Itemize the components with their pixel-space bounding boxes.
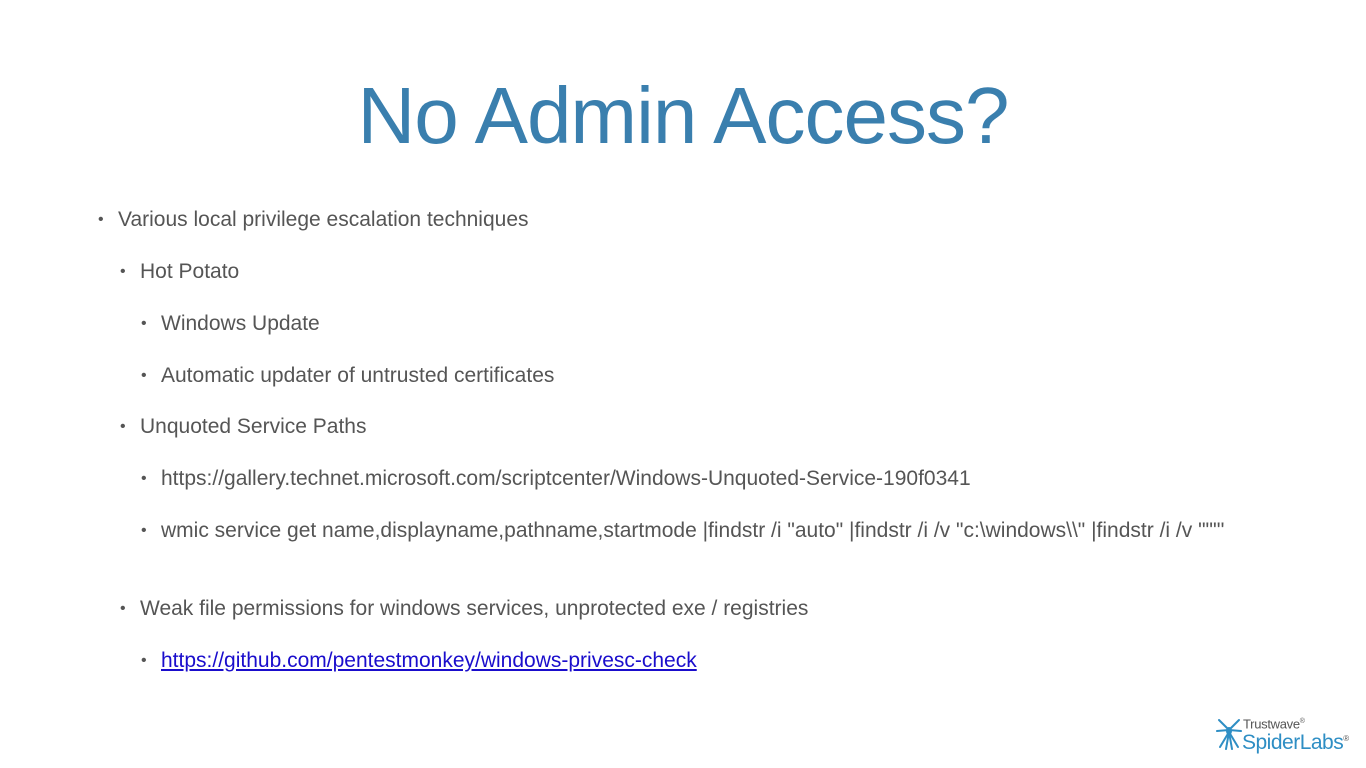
bullet-item: • https://gallery.technet.microsoft.com/… <box>141 465 971 492</box>
bullet-item: • wmic service get name,displayname,path… <box>141 517 1271 544</box>
bullet-text: Automatic updater of untrusted certifica… <box>161 364 555 387</box>
bullet-text: Unquoted Service Paths <box>140 415 367 438</box>
bullet-dot: • <box>141 315 147 332</box>
bullet-dot: • <box>120 600 126 617</box>
bullet-item: • https://github.com/pentestmonkey/windo… <box>141 647 697 674</box>
bullet-text: https://gallery.technet.microsoft.com/sc… <box>161 467 971 490</box>
spider-icon <box>1216 719 1242 750</box>
bullet-item: • Unquoted Service Paths <box>120 413 367 440</box>
bullet-dot: • <box>98 211 104 228</box>
slide: No Admin Access? • Various local privile… <box>0 0 1366 768</box>
bullet-dot: • <box>120 263 126 280</box>
logo-bottom-text: SpiderLabs® <box>1242 731 1349 754</box>
bullet-list: • Various local privilege escalation tec… <box>0 0 1366 768</box>
bullet-dot: • <box>141 470 147 487</box>
bullet-item: • Automatic updater of untrusted certifi… <box>141 362 555 389</box>
bullet-dot: • <box>141 522 147 539</box>
bullet-dot: • <box>141 652 147 669</box>
bullet-dot: • <box>120 418 126 435</box>
bullet-text: Windows Update <box>161 312 320 335</box>
bullet-item: • Hot Potato <box>120 258 240 285</box>
bullet-text: Weak file permissions for windows servic… <box>140 597 809 620</box>
bullet-item: • Various local privilege escalation tec… <box>98 206 529 233</box>
bullet-text: Hot Potato <box>140 260 240 283</box>
privesc-check-link[interactable]: https://github.com/pentestmonkey/windows… <box>161 649 697 672</box>
spiderlabs-logo: Trustwave® SpiderLabs® <box>1216 714 1352 754</box>
bullet-item: • Weak file permissions for windows serv… <box>120 595 809 622</box>
bullet-text: Various local privilege escalation techn… <box>118 208 529 231</box>
bullet-item: • Windows Update <box>141 310 320 337</box>
bullet-dot: • <box>141 367 147 384</box>
bullet-text: wmic service get name,displayname,pathna… <box>161 519 1225 542</box>
